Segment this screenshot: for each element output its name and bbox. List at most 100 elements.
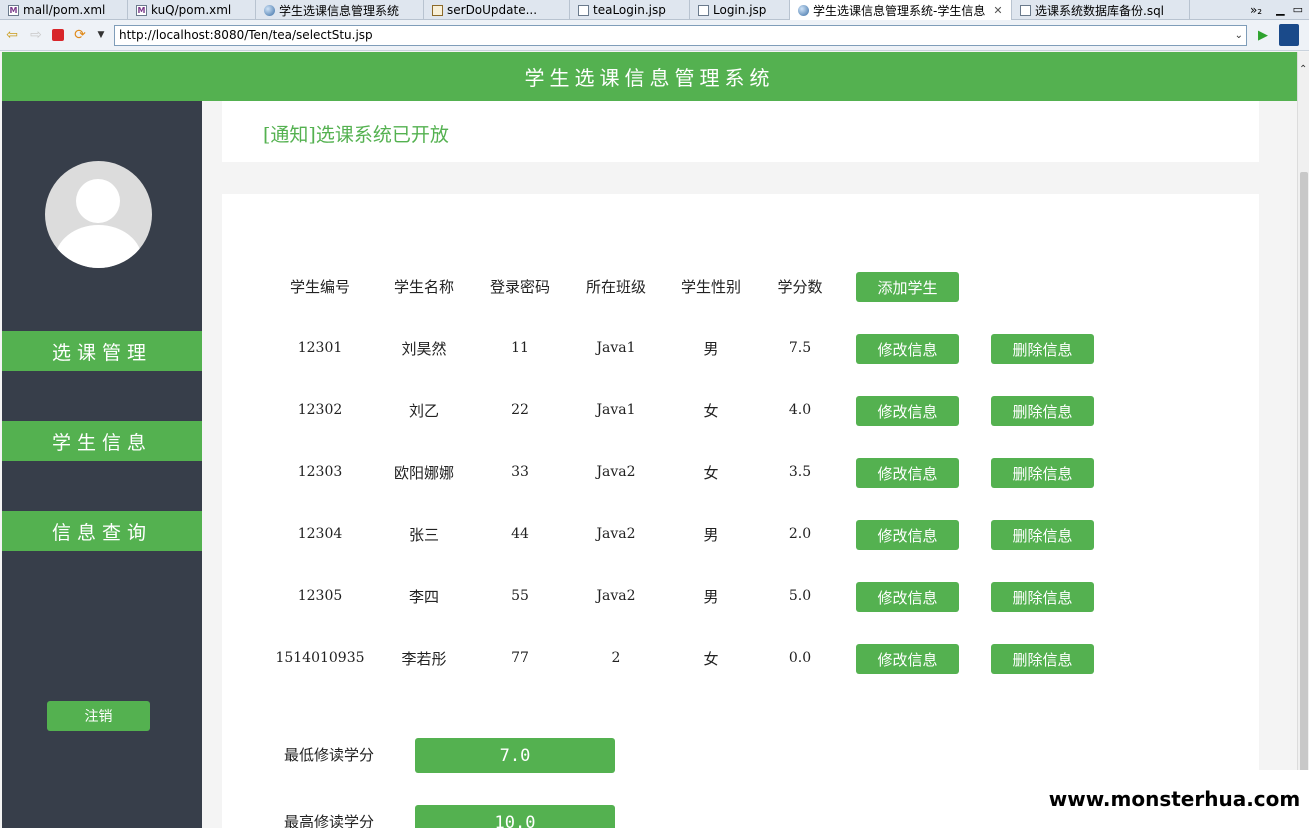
tab-label: Login.jsp bbox=[713, 3, 767, 17]
file-icon bbox=[1020, 4, 1031, 16]
tab-db-backup[interactable]: 选课系统数据库备份.sql bbox=[1012, 0, 1190, 20]
sidebar-item-info-query[interactable]: 信息查询 bbox=[2, 511, 202, 551]
java-file-icon bbox=[432, 4, 443, 16]
tab-label: 学生选课信息管理系统-学生信息 bbox=[813, 3, 986, 18]
cell-student-id: 12301 bbox=[297, 340, 343, 356]
tab-overflow-label: »₂ bbox=[1249, 2, 1263, 17]
chevron-down-icon[interactable]: ▼ bbox=[96, 27, 106, 43]
cell-credits: 5.0 bbox=[788, 588, 812, 604]
watermark: www.monsterhua.com bbox=[1040, 770, 1309, 828]
edit-info-label: 修改信息 bbox=[877, 650, 938, 669]
min-credits-value: 7.0 bbox=[415, 738, 615, 773]
sidebar-item-student-info[interactable]: 学生信息 bbox=[2, 421, 202, 461]
stop-icon[interactable] bbox=[52, 29, 64, 41]
delete-info-button[interactable]: 删除信息 bbox=[991, 520, 1094, 550]
edit-info-button[interactable]: 修改信息 bbox=[856, 520, 959, 550]
edit-info-button[interactable]: 修改信息 bbox=[856, 396, 959, 426]
cell-class: Java2 bbox=[596, 588, 636, 604]
tab-overflow-button[interactable]: »₂ bbox=[1242, 0, 1270, 19]
back-arrow-icon[interactable]: ⇦ bbox=[4, 27, 20, 43]
cell-student-name: 欧阳娜娜 bbox=[393, 463, 454, 482]
chevron-down-icon[interactable]: ⌄ bbox=[1235, 26, 1243, 45]
cell-student-id: 12302 bbox=[297, 402, 343, 418]
edit-info-label: 修改信息 bbox=[877, 526, 938, 545]
add-student-button[interactable]: 添加学生 bbox=[856, 272, 959, 302]
cell-gender: 女 bbox=[703, 463, 719, 482]
tab-label: 学生选课信息管理系统 bbox=[279, 3, 400, 18]
cell-student-id: 1514010935 bbox=[275, 650, 365, 666]
user-icon-head bbox=[76, 179, 120, 223]
browser-menu-icon[interactable] bbox=[1279, 24, 1299, 46]
max-credits-value: 10.0 bbox=[415, 805, 615, 828]
delete-info-label: 删除信息 bbox=[1012, 526, 1073, 545]
max-credits-value-text: 10.0 bbox=[494, 812, 536, 828]
screen: M mall/pom.xml M kuQ/pom.xml 学生选课信息管理系统 … bbox=[0, 0, 1309, 828]
maximize-icon[interactable]: ▭ bbox=[1293, 3, 1303, 16]
cell-student-name: 张三 bbox=[408, 525, 439, 544]
tab-tealogin[interactable]: teaLogin.jsp bbox=[570, 0, 690, 20]
delete-info-button[interactable]: 删除信息 bbox=[991, 334, 1094, 364]
sidebar-item-label: 选课管理 bbox=[51, 341, 152, 364]
edit-info-button[interactable]: 修改信息 bbox=[856, 644, 959, 674]
cell-gender: 女 bbox=[703, 649, 719, 668]
sidebar-item-course-management[interactable]: 选课管理 bbox=[2, 331, 202, 371]
watermark-text: www.monsterhua.com bbox=[1048, 787, 1301, 811]
file-icon bbox=[698, 4, 709, 16]
notice-text: [通知]选课系统已开放 bbox=[263, 124, 449, 146]
tab-label: mall/pom.xml bbox=[23, 3, 106, 17]
globe-icon bbox=[798, 4, 809, 16]
cell-student-name: 李若彤 bbox=[401, 649, 447, 668]
column-header-student-id: 学生编号 bbox=[289, 277, 350, 296]
cell-password: 11 bbox=[511, 340, 529, 356]
page-title: 学生选课信息管理系统 bbox=[524, 66, 775, 90]
cell-class: Java2 bbox=[596, 464, 636, 480]
tab-label: serDoUpdate... bbox=[447, 3, 538, 17]
edit-info-button[interactable]: 修改信息 bbox=[856, 458, 959, 488]
delete-info-label: 删除信息 bbox=[1012, 650, 1073, 669]
delete-info-label: 删除信息 bbox=[1012, 340, 1073, 359]
close-icon[interactable]: ✕ bbox=[993, 4, 1002, 17]
delete-info-label: 删除信息 bbox=[1012, 464, 1073, 483]
user-icon-body bbox=[55, 225, 142, 268]
cell-student-name: 刘昊然 bbox=[401, 339, 447, 358]
window-controls: ▁ ▭ bbox=[1270, 0, 1309, 19]
tab-serdoupdate[interactable]: serDoUpdate... bbox=[424, 0, 570, 20]
delete-info-button[interactable]: 删除信息 bbox=[991, 396, 1094, 426]
sidebar-item-label: 学生信息 bbox=[51, 431, 152, 454]
tab-system-home[interactable]: 学生选课信息管理系统 bbox=[256, 0, 424, 20]
delete-info-button[interactable]: 删除信息 bbox=[991, 458, 1094, 488]
maven-file-icon: M bbox=[8, 4, 19, 16]
go-arrow-icon[interactable]: ▶ bbox=[1255, 27, 1271, 43]
cell-credits: 7.5 bbox=[788, 340, 812, 356]
tab-label: kuQ/pom.xml bbox=[151, 3, 232, 17]
minimize-icon[interactable]: ▁ bbox=[1276, 3, 1284, 16]
forward-arrow-icon[interactable]: ⇨ bbox=[28, 27, 44, 43]
url-input[interactable]: http://localhost:8080/Ten/tea/selectStu.… bbox=[114, 24, 1247, 46]
tab-login[interactable]: Login.jsp bbox=[690, 0, 790, 20]
cell-gender: 女 bbox=[703, 401, 719, 420]
tab-label: teaLogin.jsp bbox=[593, 3, 666, 17]
add-student-label: 添加学生 bbox=[877, 278, 938, 297]
tab-student-info[interactable]: 学生选课信息管理系统-学生信息 ✕ bbox=[790, 0, 1012, 20]
refresh-icon[interactable]: ⟳ bbox=[72, 27, 88, 43]
browser-tab-bar: M mall/pom.xml M kuQ/pom.xml 学生选课信息管理系统 … bbox=[0, 0, 1309, 20]
browser-address-bar: ⇦ ⇨ ⟳ ▼ http://localhost:8080/Ten/tea/se… bbox=[0, 20, 1309, 51]
vertical-scrollbar[interactable]: ⌃ bbox=[1297, 52, 1309, 828]
logout-button[interactable]: 注销 bbox=[47, 701, 150, 731]
chevron-up-icon[interactable]: ⌃ bbox=[1299, 64, 1307, 75]
tab-mall-pom[interactable]: M mall/pom.xml bbox=[0, 0, 128, 20]
cell-class: 2 bbox=[611, 650, 621, 666]
edit-info-button[interactable]: 修改信息 bbox=[856, 334, 959, 364]
tab-label: 选课系统数据库备份.sql bbox=[1035, 3, 1165, 18]
globe-icon bbox=[264, 4, 275, 16]
column-header-class: 所在班级 bbox=[585, 277, 646, 296]
edit-info-label: 修改信息 bbox=[877, 588, 938, 607]
cell-student-id: 12304 bbox=[297, 526, 343, 542]
edit-info-button[interactable]: 修改信息 bbox=[856, 582, 959, 612]
delete-info-button[interactable]: 删除信息 bbox=[991, 644, 1094, 674]
scrollbar-thumb[interactable] bbox=[1300, 172, 1308, 792]
tab-kuq-pom[interactable]: M kuQ/pom.xml bbox=[128, 0, 256, 20]
edit-info-label: 修改信息 bbox=[877, 464, 938, 483]
maven-file-icon: M bbox=[136, 4, 147, 16]
delete-info-button[interactable]: 删除信息 bbox=[991, 582, 1094, 612]
